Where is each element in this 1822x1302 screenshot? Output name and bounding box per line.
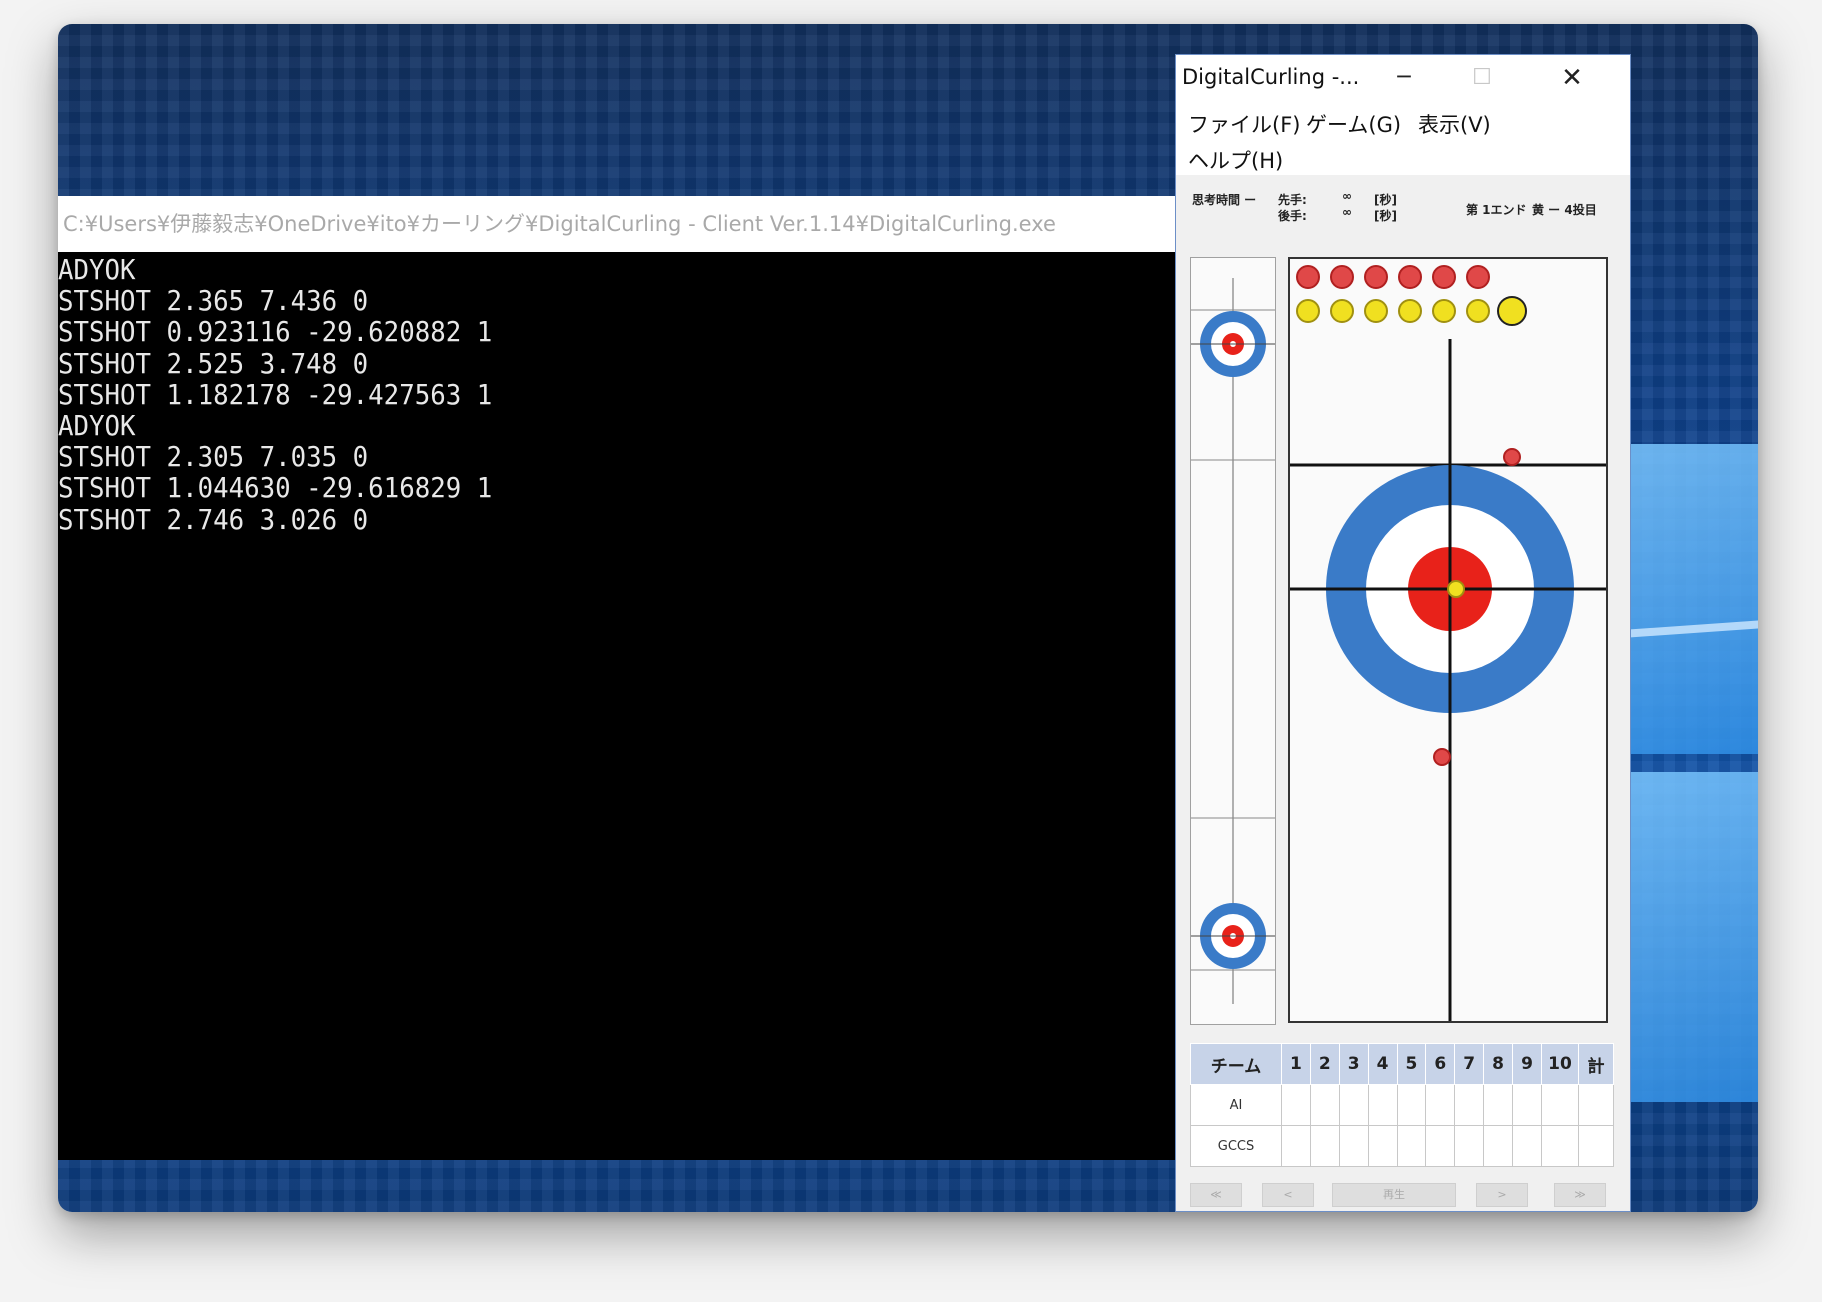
score-cell (1454, 1084, 1485, 1126)
shot-label: 黄 ー 4投目 (1532, 203, 1597, 217)
window-title: DigitalCurling -... (1182, 65, 1360, 89)
score-cell (1338, 1084, 1369, 1126)
console-line: STSHOT 2.365 7.436 0 (58, 284, 369, 318)
team-name: GCCS (1190, 1125, 1282, 1167)
score-cell (1454, 1125, 1485, 1167)
red-stone-in-play (1433, 748, 1451, 766)
title-bar[interactable]: DigitalCurling -... ─ ☐ ✕ (1176, 55, 1630, 101)
second-time-value: ∞ (1342, 205, 1352, 219)
header-end-6: 6 (1425, 1043, 1456, 1085)
second-time-unit: [秒] (1374, 209, 1397, 223)
house-view (1288, 257, 1608, 1023)
sheet-overview (1190, 257, 1276, 1025)
score-cell (1281, 1084, 1311, 1126)
console-line: STSHOT 1.044630 -29.616829 1 (58, 471, 493, 505)
console-line: ADYOK (58, 253, 136, 286)
score-cell (1396, 1125, 1427, 1167)
think-time-label: 思考時間 ー (1192, 193, 1257, 207)
yellow-stones-remaining (1296, 296, 1527, 326)
end-label: 第 1エンド (1466, 203, 1527, 217)
console-title-bar[interactable]: C:¥Users¥伊藤毅志¥OneDrive¥ito¥カーリング¥Digital… (58, 196, 1175, 252)
red-stones-remaining (1296, 265, 1490, 289)
header-end-5: 5 (1396, 1043, 1427, 1085)
score-cell (1281, 1125, 1311, 1167)
score-cell (1367, 1084, 1398, 1126)
header-end-2: 2 (1309, 1043, 1340, 1085)
header-end-3: 3 (1338, 1043, 1369, 1085)
score-cell (1578, 1084, 1614, 1126)
first-time-unit: [秒] (1374, 193, 1397, 207)
first-shot-button[interactable]: ≪ (1190, 1183, 1242, 1207)
score-row: GCCS (1190, 1125, 1614, 1167)
score-cell (1541, 1125, 1579, 1167)
score-cell (1578, 1125, 1614, 1167)
first-player-label: 先手: (1278, 193, 1307, 207)
header-end-4: 4 (1367, 1043, 1398, 1085)
score-cell (1396, 1084, 1427, 1126)
scoreboard: チーム 1 2 3 4 5 6 7 8 9 10 計 AI GCCS (1190, 1043, 1614, 1167)
menu-help[interactable]: ヘルプ(H) (1188, 145, 1283, 175)
score-cell (1425, 1084, 1456, 1126)
score-cell (1309, 1084, 1340, 1126)
windows-logo-pane-bottom (1630, 772, 1758, 1102)
score-cell (1425, 1125, 1456, 1167)
windows-logo-pane-top (1630, 444, 1758, 754)
sheet-overview-graphic (1191, 278, 1275, 1004)
console-line: STSHOT 2.525 3.748 0 (58, 346, 369, 380)
console-line: STSHOT 1.182178 -29.427563 1 (58, 377, 493, 411)
score-row: AI (1190, 1084, 1614, 1126)
score-cell (1512, 1125, 1542, 1167)
score-cell (1483, 1084, 1513, 1126)
score-cell (1367, 1125, 1398, 1167)
team-name: AI (1190, 1084, 1282, 1126)
close-button[interactable]: ✕ (1534, 55, 1610, 101)
header-team: チーム (1190, 1043, 1282, 1085)
menu-bar: ファイル(F) ゲーム(G) 表示(V) ヘルプ(H) (1176, 101, 1630, 175)
last-shot-button[interactable]: ≫ (1554, 1183, 1606, 1207)
house-view-graphic (1290, 265, 1606, 1021)
first-time-value: ∞ (1342, 189, 1352, 203)
header-end-8: 8 (1483, 1043, 1513, 1085)
header-total: 計 (1578, 1043, 1614, 1085)
desktop-background: C:¥Users¥伊藤毅志¥OneDrive¥ito¥カーリング¥Digital… (58, 24, 1758, 1212)
red-stone-in-play (1503, 448, 1521, 466)
console-line: STSHOT 2.746 3.026 0 (58, 502, 369, 536)
header-end-1: 1 (1281, 1043, 1311, 1085)
yellow-stone-in-play (1447, 580, 1465, 598)
score-cell (1309, 1125, 1340, 1167)
menu-game[interactable]: ゲーム(G) (1306, 109, 1401, 139)
console-line: STSHOT 0.923116 -29.620882 1 (58, 315, 493, 349)
score-cell (1483, 1125, 1513, 1167)
prev-shot-button[interactable]: < (1262, 1183, 1314, 1207)
minimize-button[interactable]: ─ (1366, 55, 1442, 101)
console-output: ADYOK STSHOT 2.365 7.436 0 STSHOT 0.9231… (58, 252, 1086, 1160)
console-window[interactable]: C:¥Users¥伊藤毅志¥OneDrive¥ito¥カーリング¥Digital… (58, 196, 1175, 1160)
console-line: ADYOK (58, 409, 136, 443)
maximize-button[interactable]: ☐ (1444, 55, 1520, 101)
score-cell (1338, 1125, 1369, 1167)
play-button[interactable]: 再生 (1332, 1183, 1456, 1207)
scoreboard-header: チーム 1 2 3 4 5 6 7 8 9 10 計 (1190, 1043, 1614, 1085)
menu-view[interactable]: 表示(V) (1418, 109, 1491, 139)
next-shot-button[interactable]: > (1476, 1183, 1528, 1207)
menu-file[interactable]: ファイル(F) (1188, 109, 1300, 139)
score-cell (1541, 1084, 1579, 1126)
digitalcurling-window[interactable]: DigitalCurling -... ─ ☐ ✕ ファイル(F) ゲーム(G)… (1175, 54, 1631, 1212)
console-line: STSHOT 2.305 7.035 0 (58, 440, 369, 474)
header-end-9: 9 (1512, 1043, 1542, 1085)
header-end-7: 7 (1454, 1043, 1485, 1085)
score-cell (1512, 1084, 1542, 1126)
second-player-label: 後手: (1278, 209, 1307, 223)
header-end-10: 10 (1541, 1043, 1579, 1085)
